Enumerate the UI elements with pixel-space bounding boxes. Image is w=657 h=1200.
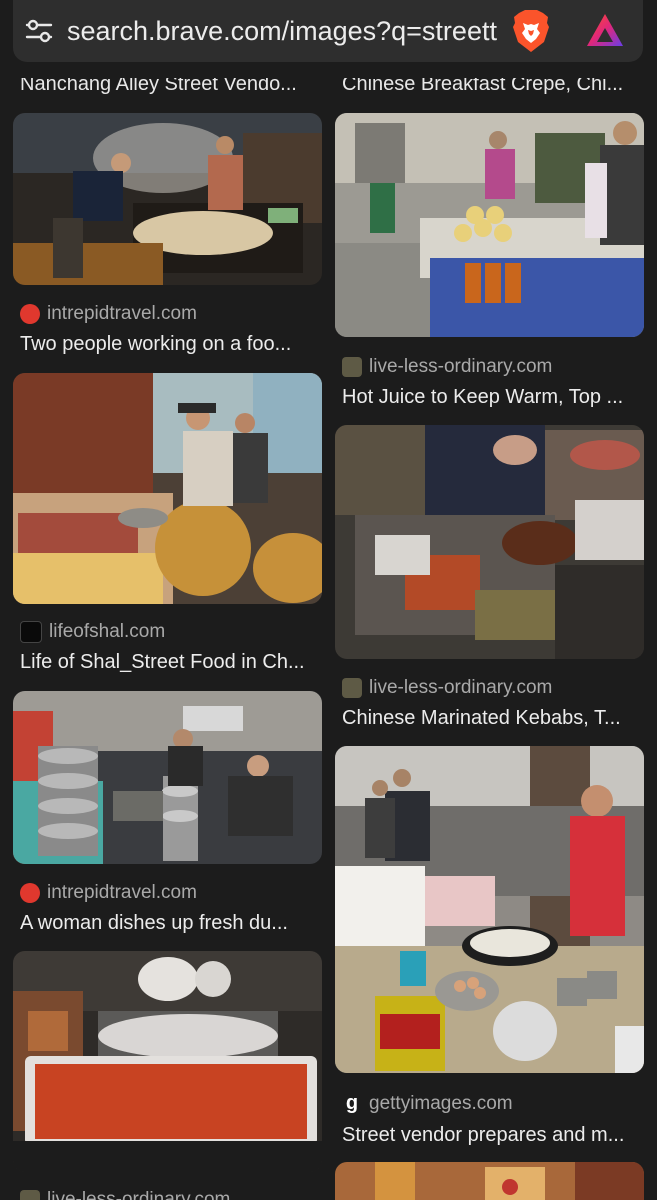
result-title[interactable]: Chinese Marinated Kebabs, T... xyxy=(342,706,644,730)
result-title[interactable]: Life of Shal_Street Food in Ch... xyxy=(20,650,320,674)
lifeofshal-favicon xyxy=(20,621,42,643)
image-result-card[interactable]: g gettyimages.com Street vendor prepares… xyxy=(335,746,645,1151)
result-title[interactable]: Hot Juice to Keep Warm, Top ... xyxy=(342,385,644,409)
result-thumbnail[interactable] xyxy=(13,951,322,1172)
intrepid-favicon xyxy=(20,304,40,324)
image-result-card[interactable]: intrepidtravel.com Two people working on… xyxy=(13,113,323,363)
live-less-ordinary-favicon xyxy=(342,357,362,377)
result-source[interactable]: live-less-ordinary.com xyxy=(342,676,552,700)
tune-icon[interactable] xyxy=(25,17,53,45)
result-thumbnail[interactable] xyxy=(335,746,644,1073)
source-domain: live-less-ordinary.com xyxy=(47,1189,231,1200)
result-thumbnail[interactable] xyxy=(13,113,322,285)
result-thumbnail[interactable] xyxy=(13,691,322,864)
result-thumbnail[interactable] xyxy=(335,425,644,659)
result-source[interactable]: g gettyimages.com xyxy=(342,1092,513,1116)
source-domain: gettyimages.com xyxy=(369,1093,513,1114)
live-less-ordinary-favicon xyxy=(342,678,362,698)
browser-toolbar: search.brave.com/images?q=streett xyxy=(0,0,657,78)
image-result-card[interactable]: live-less-ordinary.com Hot Juice to Keep… xyxy=(335,113,645,415)
result-source[interactable]: lifeofshal.com xyxy=(20,620,165,644)
image-result-card[interactable] xyxy=(335,1162,644,1200)
source-domain: live-less-ordinary.com xyxy=(369,677,553,698)
result-source[interactable]: live-less-ordinary.com xyxy=(20,1188,230,1200)
brave-rewards-icon[interactable] xyxy=(585,12,625,48)
result-source[interactable]: intrepidtravel.com xyxy=(20,302,197,326)
source-domain: lifeofshal.com xyxy=(49,621,166,642)
url-text[interactable]: search.brave.com/images?q=streett xyxy=(67,16,507,46)
image-result-card[interactable]: intrepidtravel.com A woman dishes up fre… xyxy=(13,691,323,936)
result-source[interactable]: live-less-ordinary.com xyxy=(342,355,552,379)
result-thumbnail[interactable] xyxy=(335,113,644,337)
result-source[interactable]: intrepidtravel.com xyxy=(20,881,197,905)
source-domain: intrepidtravel.com xyxy=(47,303,197,324)
result-title[interactable]: Street vendor prepares and m... xyxy=(342,1123,644,1147)
result-title[interactable]: A woman dishes up fresh du... xyxy=(20,911,320,935)
brave-lion-icon[interactable] xyxy=(511,9,551,53)
result-title[interactable]: Two people working on a foo... xyxy=(20,332,320,356)
image-result-card[interactable]: live-less-ordinary.com Chinese Marinated… xyxy=(335,425,645,730)
source-domain: live-less-ordinary.com xyxy=(369,356,553,377)
source-domain: intrepidtravel.com xyxy=(47,882,197,903)
image-result-card[interactable]: lifeofshal.com Life of Shal_Street Food … xyxy=(13,373,323,675)
result-thumbnail[interactable] xyxy=(13,373,322,604)
getty-favicon: g xyxy=(342,1093,362,1114)
address-bar[interactable]: search.brave.com/images?q=streett xyxy=(13,0,643,62)
live-less-ordinary-favicon xyxy=(20,1190,40,1200)
image-result-card[interactable]: live-less-ordinary.com xyxy=(13,951,323,1200)
result-thumbnail[interactable] xyxy=(335,1162,644,1200)
intrepid-favicon xyxy=(20,883,40,903)
